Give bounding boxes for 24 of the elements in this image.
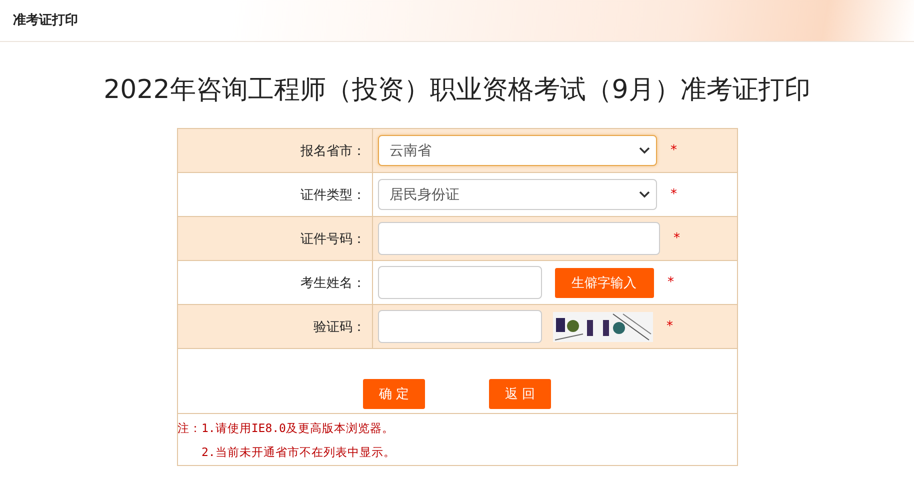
input-field[interactable] [378, 266, 542, 299]
page-title: 2022年咨询工程师（投资）职业资格考试（9月）准考证打印 [102, 74, 812, 107]
required-mark: * [666, 319, 673, 334]
dropdown[interactable]: 云南省 [378, 135, 656, 166]
note-text: 2.当前未开通省市不在列表中显示。 [202, 445, 396, 460]
header-title: 准考证打印 [13, 12, 78, 29]
field-label: 证件号码： [300, 232, 366, 246]
required-mark: * [668, 275, 674, 290]
chevron-down-icon [638, 147, 650, 154]
dropdown[interactable]: 居民身份证 [378, 179, 656, 210]
rare-character-input-button[interactable]: 生僻字输入 [554, 268, 654, 298]
field-label: 验证码： [314, 320, 366, 334]
input-field[interactable] [378, 222, 660, 255]
back-button[interactable]: 返 回 [489, 379, 551, 409]
confirm-button[interactable]: 确 定 [363, 379, 425, 409]
required-mark: * [670, 187, 677, 202]
field-label: 证件类型： [300, 188, 366, 202]
required-mark: * [670, 143, 677, 158]
note-text: 注：1.请使用IE8.0及更高版本浏览器。 [178, 421, 395, 436]
required-mark: * [674, 231, 680, 246]
field-label: 报名省市： [300, 144, 366, 158]
chevron-down-icon [638, 191, 650, 198]
field-label: 考生姓名： [300, 276, 366, 290]
input-field[interactable] [378, 310, 542, 343]
